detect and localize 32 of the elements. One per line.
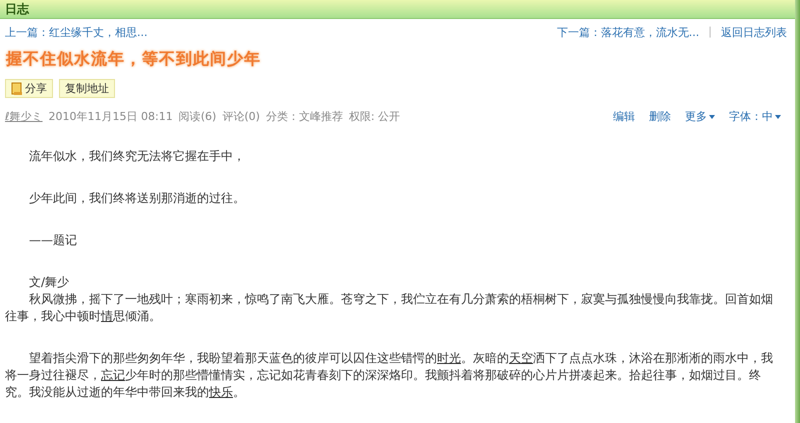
- keyword-link[interactable]: 时光: [437, 351, 461, 365]
- post-date: 2010年11月15日 08:11: [48, 109, 173, 124]
- previous-post-link[interactable]: 上一篇：红尘缘千丈，相思...: [5, 25, 148, 40]
- keyword-link[interactable]: 快乐: [209, 385, 233, 399]
- permission: 权限: 公开: [348, 109, 400, 124]
- action-link[interactable]: 编辑: [613, 109, 635, 124]
- category: 分类：文峰推荐: [266, 109, 343, 124]
- copy-link-button[interactable]: 复制地址: [59, 79, 115, 98]
- paragraph: 秋风微拂，摇下了一地残叶；寒雨初来，惊鸣了南飞大雁。苍穹之下，我伫立在有几分萧索的梧桐树下，寂寞与孤独慢慢向我靠拢。回首如烟往事，我心中顿时情思倾涌。: [5, 291, 774, 325]
- author-link[interactable]: ℓ舞少ミ: [5, 109, 43, 124]
- paragraph: ——题记: [28, 232, 78, 249]
- comment-count: 评论(0): [222, 109, 260, 124]
- action-link[interactable]: 删除: [649, 109, 671, 124]
- document-icon: [11, 82, 23, 96]
- post-title: 握不住似水流年，等不到此间少年: [6, 49, 262, 70]
- next-post-link[interactable]: 下一篇：落花有意，流水无...: [556, 25, 700, 40]
- caret-icon: [775, 114, 781, 119]
- separator: |: [708, 25, 712, 40]
- section-title: 日志: [5, 0, 29, 18]
- paragraph: 文/舞少: [28, 274, 70, 291]
- back-to-list-link[interactable]: 返回日志列表: [721, 25, 787, 40]
- read-count: 阅读(6): [178, 109, 216, 124]
- keyword-link[interactable]: 情: [101, 309, 113, 323]
- paragraph: 少年此间，我们终将送别那消逝的过往。: [28, 190, 246, 207]
- action-link[interactable]: 更多: [685, 109, 715, 124]
- paragraph: 流年似水，我们终究无法将它握在手中，: [28, 148, 246, 165]
- paragraph: 望着指尖滑下的那些匆匆年华，我盼望着那天蓝色的彼岸可以囚住这些错愕的时光。灰暗的天空洒下了点点水珠，沐浴在那淅淅的雨水中，我将一身过往褪尽，忘记少年时的那些懵懂情实，忘记如花青春刻下的深深烙印。我颤抖着将那破碎的心片片拼凑起来。拾起往事，如烟过目。终究。我没能从过逝的年华中带回来我的快乐。: [5, 350, 774, 401]
- keyword-link[interactable]: 忘记: [101, 368, 125, 382]
- keyword-link[interactable]: 天空: [509, 351, 533, 365]
- action-link[interactable]: 字体：中: [729, 109, 781, 124]
- caret-icon: [709, 114, 715, 119]
- share-button[interactable]: 分享: [5, 79, 53, 98]
